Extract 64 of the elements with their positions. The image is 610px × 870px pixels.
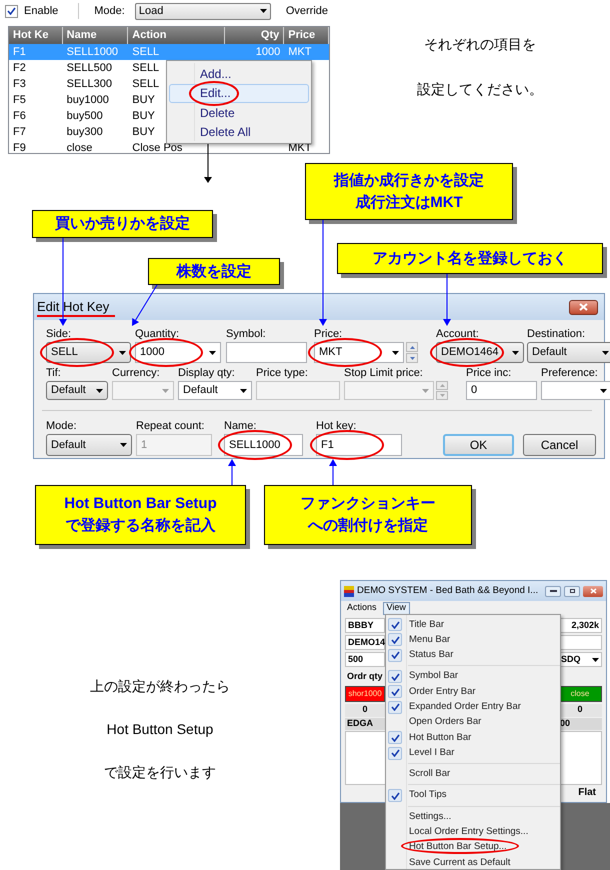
window-title: Edit Hot Key	[37, 298, 116, 316]
table-cell-text: SELL	[132, 44, 160, 60]
mode-label: Mode:	[94, 4, 125, 19]
table-cell-text: buy500	[66, 108, 103, 124]
table-cell-text: F6	[13, 108, 26, 124]
table-cell-text: F3	[13, 76, 26, 92]
field-label: Mode:	[46, 420, 78, 433]
table-cell-text: BUY	[132, 92, 155, 108]
field-label: Price inc:	[466, 367, 512, 380]
field-label: Price:	[314, 328, 344, 341]
field-label: Name:	[224, 420, 258, 433]
field-label: Preference:	[541, 367, 599, 380]
table-cell-text: SELL500	[66, 60, 112, 76]
table-cell-text: SELL300	[66, 76, 112, 92]
table-cell-text: MKT	[288, 44, 312, 60]
table-cell-text: F7	[13, 124, 26, 140]
table-cell-text: Close Pos	[132, 140, 182, 153]
field-label: Display qty:	[178, 367, 236, 380]
table-cell-text: SELL	[132, 60, 160, 76]
field-label: Side:	[46, 328, 72, 341]
callout-text: アカウント名を登録しておく	[372, 250, 568, 268]
checkbox-label: Enable	[24, 4, 58, 19]
field-label: Account:	[436, 328, 480, 341]
status-label: Flat	[578, 786, 597, 800]
callout-text: 買いか売りかを設定	[55, 215, 190, 233]
table-cell-text: 1000	[256, 44, 280, 60]
table-cell-text: buy1000	[66, 92, 109, 108]
field-label: Ordr qty	[346, 670, 384, 683]
field-label: Stop Limit price:	[344, 367, 424, 380]
instruction-text: で設定を行います	[104, 763, 216, 782]
column-header: EDGA	[345, 718, 385, 730]
table-cell-text: F9	[13, 140, 26, 153]
instruction-text: それぞれの項目を	[424, 35, 536, 54]
table-cell-text: F1	[13, 44, 26, 60]
instruction-text: 上の設定が終わったら	[90, 677, 230, 696]
table-cell-text: F2	[13, 60, 26, 76]
table-cell-text: F5	[13, 92, 26, 108]
field-label: Tif:	[46, 367, 62, 380]
callout-text: 株数を設定	[176, 262, 252, 280]
table-cell-text: close	[66, 140, 92, 153]
callout-text: ファンクションキー	[300, 495, 436, 513]
field-label: Destination:	[527, 328, 586, 341]
field-label: Repeat count:	[136, 420, 206, 433]
override-label: Override	[286, 4, 328, 19]
callout-text: で登録する名称を記入	[66, 517, 216, 535]
count-label: 0	[558, 704, 602, 716]
table-cell-text: SELL	[132, 76, 160, 92]
field-label: Price type:	[256, 367, 309, 380]
callout-text: 指値か成行きかを設定	[334, 172, 484, 190]
field-label: Currency:	[112, 367, 161, 380]
window-title: DEMO SYSTEM - Bed Bath && Beyond I...	[357, 584, 538, 598]
table-cell-text: BUY	[132, 124, 155, 140]
instruction-text: Hot Button Setup	[106, 720, 214, 739]
table-cell-text: SELL1000	[66, 44, 118, 60]
field-label: Quantity:	[135, 328, 180, 341]
callout-text: への割付けを指定	[308, 517, 428, 535]
instruction-text: 設定してください。	[417, 80, 543, 99]
field-label: Hot key:	[316, 420, 358, 433]
callout-text: Hot Button Bar Setup	[64, 495, 217, 513]
table-cell-text: buy300	[66, 124, 103, 140]
table-cell-text: BUY	[132, 108, 155, 124]
field-label: Symbol:	[226, 328, 267, 341]
callout-text: 成行注文はMKT	[355, 194, 463, 212]
count-label: 0	[345, 704, 385, 716]
